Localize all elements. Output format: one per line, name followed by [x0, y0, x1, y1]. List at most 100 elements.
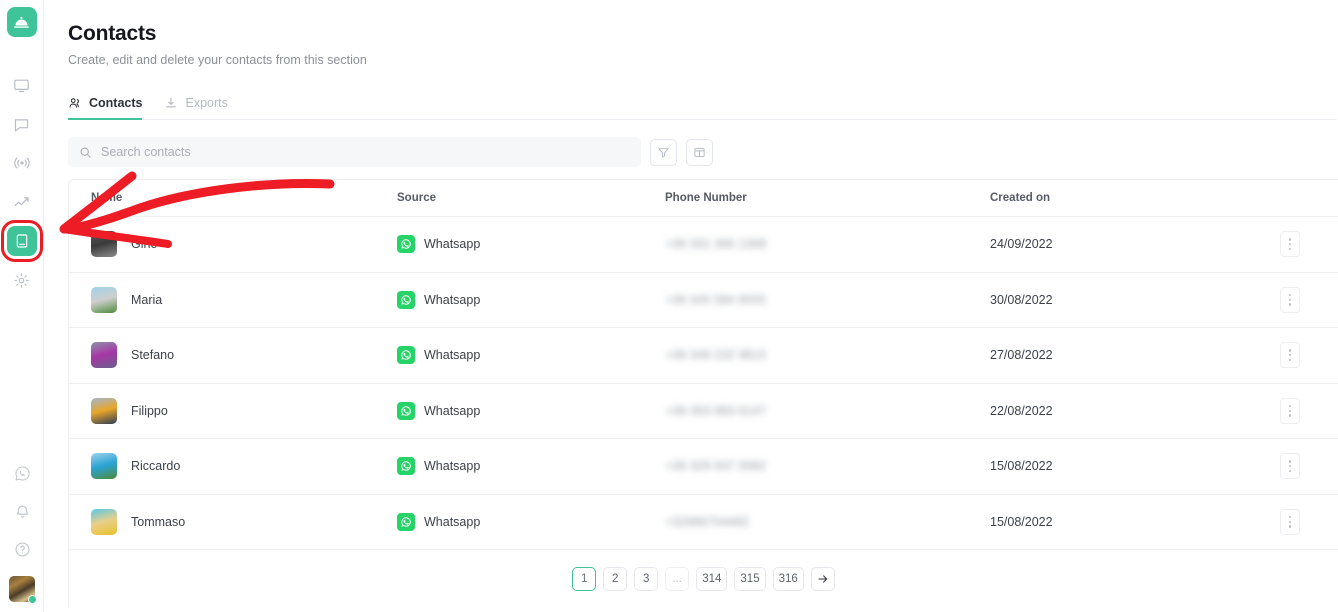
- page-title: Contacts: [68, 22, 1338, 46]
- phone-number-redacted: +39 331 366 1368: [665, 237, 766, 251]
- pagination-page-2[interactable]: 2: [603, 567, 627, 591]
- column-header-source: Source: [397, 192, 665, 204]
- cell-created-on: 22/08/2022: [990, 404, 1280, 418]
- whatsapp-icon: [397, 346, 415, 364]
- cell-name: Filippo: [91, 398, 397, 424]
- pagination-page-316[interactable]: 316: [773, 567, 804, 591]
- kebab-menu-icon[interactable]: [1280, 287, 1300, 313]
- pagination-page-3[interactable]: 3: [634, 567, 658, 591]
- contacts-table: Name Source Phone Number Created on Gino…: [68, 179, 1338, 607]
- kebab-menu-icon[interactable]: [1280, 453, 1300, 479]
- kebab-menu-icon[interactable]: [1280, 342, 1300, 368]
- cell-name: Maria: [91, 287, 397, 313]
- table-header-row: Name Source Phone Number Created on: [69, 180, 1338, 216]
- monitor-icon: [13, 77, 30, 94]
- cell-name: Stefano: [91, 342, 397, 368]
- sidebar-item-help[interactable]: [7, 534, 37, 564]
- gear-icon: [13, 272, 30, 289]
- pagination-page-315[interactable]: 315: [734, 567, 765, 591]
- phone-number-redacted: +32986704482: [665, 515, 749, 529]
- cell-name: Tommaso: [91, 509, 397, 535]
- pagination: 123... 314 315 316: [69, 549, 1338, 607]
- pagination-ellipsis: ...: [665, 567, 689, 591]
- cell-source: Whatsapp: [397, 513, 665, 531]
- contacts-book-icon: [14, 233, 30, 249]
- sidebar-item-dashboard[interactable]: [7, 70, 37, 100]
- phone-number-redacted: +39 329 937 0082: [665, 459, 766, 473]
- contact-avatar: [91, 453, 117, 479]
- table-row[interactable]: MariaWhatsapp+39 345 584 955530/08/2022: [69, 272, 1338, 328]
- service-dome-logo-icon: [13, 14, 30, 31]
- app-logo[interactable]: [7, 7, 37, 37]
- cell-created-on: 27/08/2022: [990, 348, 1280, 362]
- cell-actions: [1280, 342, 1338, 368]
- cell-phone: +39 393 983 6147: [665, 404, 990, 418]
- sidebar-nav: [7, 70, 37, 304]
- pagination-page-1[interactable]: 1: [572, 567, 596, 591]
- whatsapp-icon: [397, 402, 415, 420]
- table-row[interactable]: Stefano Whatsapp +39 349 232 981527/08/202…: [69, 327, 1338, 383]
- cell-phone: +39 331 366 1368: [665, 237, 990, 251]
- cell-created-on: 15/08/2022: [990, 459, 1280, 473]
- sidebar-item-settings[interactable]: [7, 265, 37, 295]
- table-row[interactable]: TommasoWhatsapp+32986704482 15/08/2022: [69, 494, 1338, 550]
- tab-exports[interactable]: Exports: [164, 96, 227, 119]
- cell-source: Whatsapp: [397, 402, 665, 420]
- search-icon: [79, 146, 92, 159]
- whatsapp-icon: [397, 457, 415, 475]
- column-header-created-on: Created on: [990, 192, 1280, 204]
- sidebar-item-conversations[interactable]: [7, 109, 37, 139]
- sidebar-item-contacts[interactable]: [7, 226, 37, 256]
- pagination-next-button[interactable]: [811, 567, 835, 591]
- cell-name: Riccardo: [91, 453, 397, 479]
- table-row[interactable]: Gino Whatsapp +39 331 366 1368 24/09/2022: [69, 216, 1338, 272]
- table-row[interactable]: Riccardo Whatsapp +39 329 937 0082 15/08/20…: [69, 438, 1338, 494]
- whatsapp-icon: [397, 235, 415, 253]
- sidebar-item-broadcast[interactable]: [7, 148, 37, 178]
- tab-contacts[interactable]: Contacts: [68, 96, 142, 119]
- filter-button[interactable]: [650, 139, 677, 166]
- source-label: Whatsapp: [424, 237, 480, 251]
- cell-created-on: 15/08/2022: [990, 515, 1280, 529]
- contact-name: Stefano: [131, 348, 174, 362]
- contact-avatar: [91, 509, 117, 535]
- whatsapp-icon: [397, 291, 415, 309]
- cell-phone: +39 349 232 9815: [665, 348, 990, 362]
- avatar[interactable]: [9, 576, 35, 602]
- sidebar-item-notifications[interactable]: [7, 496, 37, 526]
- pagination-page-314[interactable]: 314: [696, 567, 727, 591]
- kebab-menu-icon[interactable]: [1280, 398, 1300, 424]
- sidebar-bottom: [0, 458, 44, 602]
- sidebar: [0, 0, 44, 612]
- main-content: Contacts Create, edit and delete your co…: [44, 0, 1338, 612]
- broadcast-icon: [13, 154, 31, 172]
- cell-created-on: 24/09/2022: [990, 237, 1280, 251]
- source-label: Whatsapp: [424, 459, 480, 473]
- contact-name: Gino: [131, 237, 157, 251]
- source-label: Whatsapp: [424, 404, 480, 418]
- cell-actions: [1280, 287, 1338, 313]
- online-status-dot: [28, 595, 37, 604]
- cell-created-on: 30/08/2022: [990, 293, 1280, 307]
- column-header-phone: Phone Number: [665, 192, 990, 204]
- table-columns-icon: [693, 146, 706, 159]
- trending-up-icon: [13, 193, 31, 211]
- contact-name: Maria: [131, 293, 162, 307]
- contact-name: Riccardo: [131, 459, 180, 473]
- contact-avatar: [91, 398, 117, 424]
- kebab-menu-icon[interactable]: [1280, 509, 1300, 535]
- search-box[interactable]: [68, 137, 641, 167]
- columns-button[interactable]: [686, 139, 713, 166]
- app-root: Contacts Create, edit and delete your co…: [0, 0, 1338, 612]
- tab-exports-label: Exports: [185, 96, 227, 110]
- sidebar-item-whatsapp[interactable]: [7, 458, 37, 488]
- table-body: Gino Whatsapp +39 331 366 1368 24/09/2022 Ma…: [69, 216, 1338, 549]
- search-input[interactable]: [101, 145, 630, 159]
- kebab-menu-icon[interactable]: [1280, 231, 1300, 257]
- contact-name: Filippo: [131, 404, 168, 418]
- table-row[interactable]: Filippo Whatsapp +39 393 983 614722/08/202…: [69, 383, 1338, 439]
- sidebar-item-analytics[interactable]: [7, 187, 37, 217]
- chat-bubble-icon: [13, 116, 30, 133]
- source-label: Whatsapp: [424, 348, 480, 362]
- funnel-icon: [657, 146, 670, 159]
